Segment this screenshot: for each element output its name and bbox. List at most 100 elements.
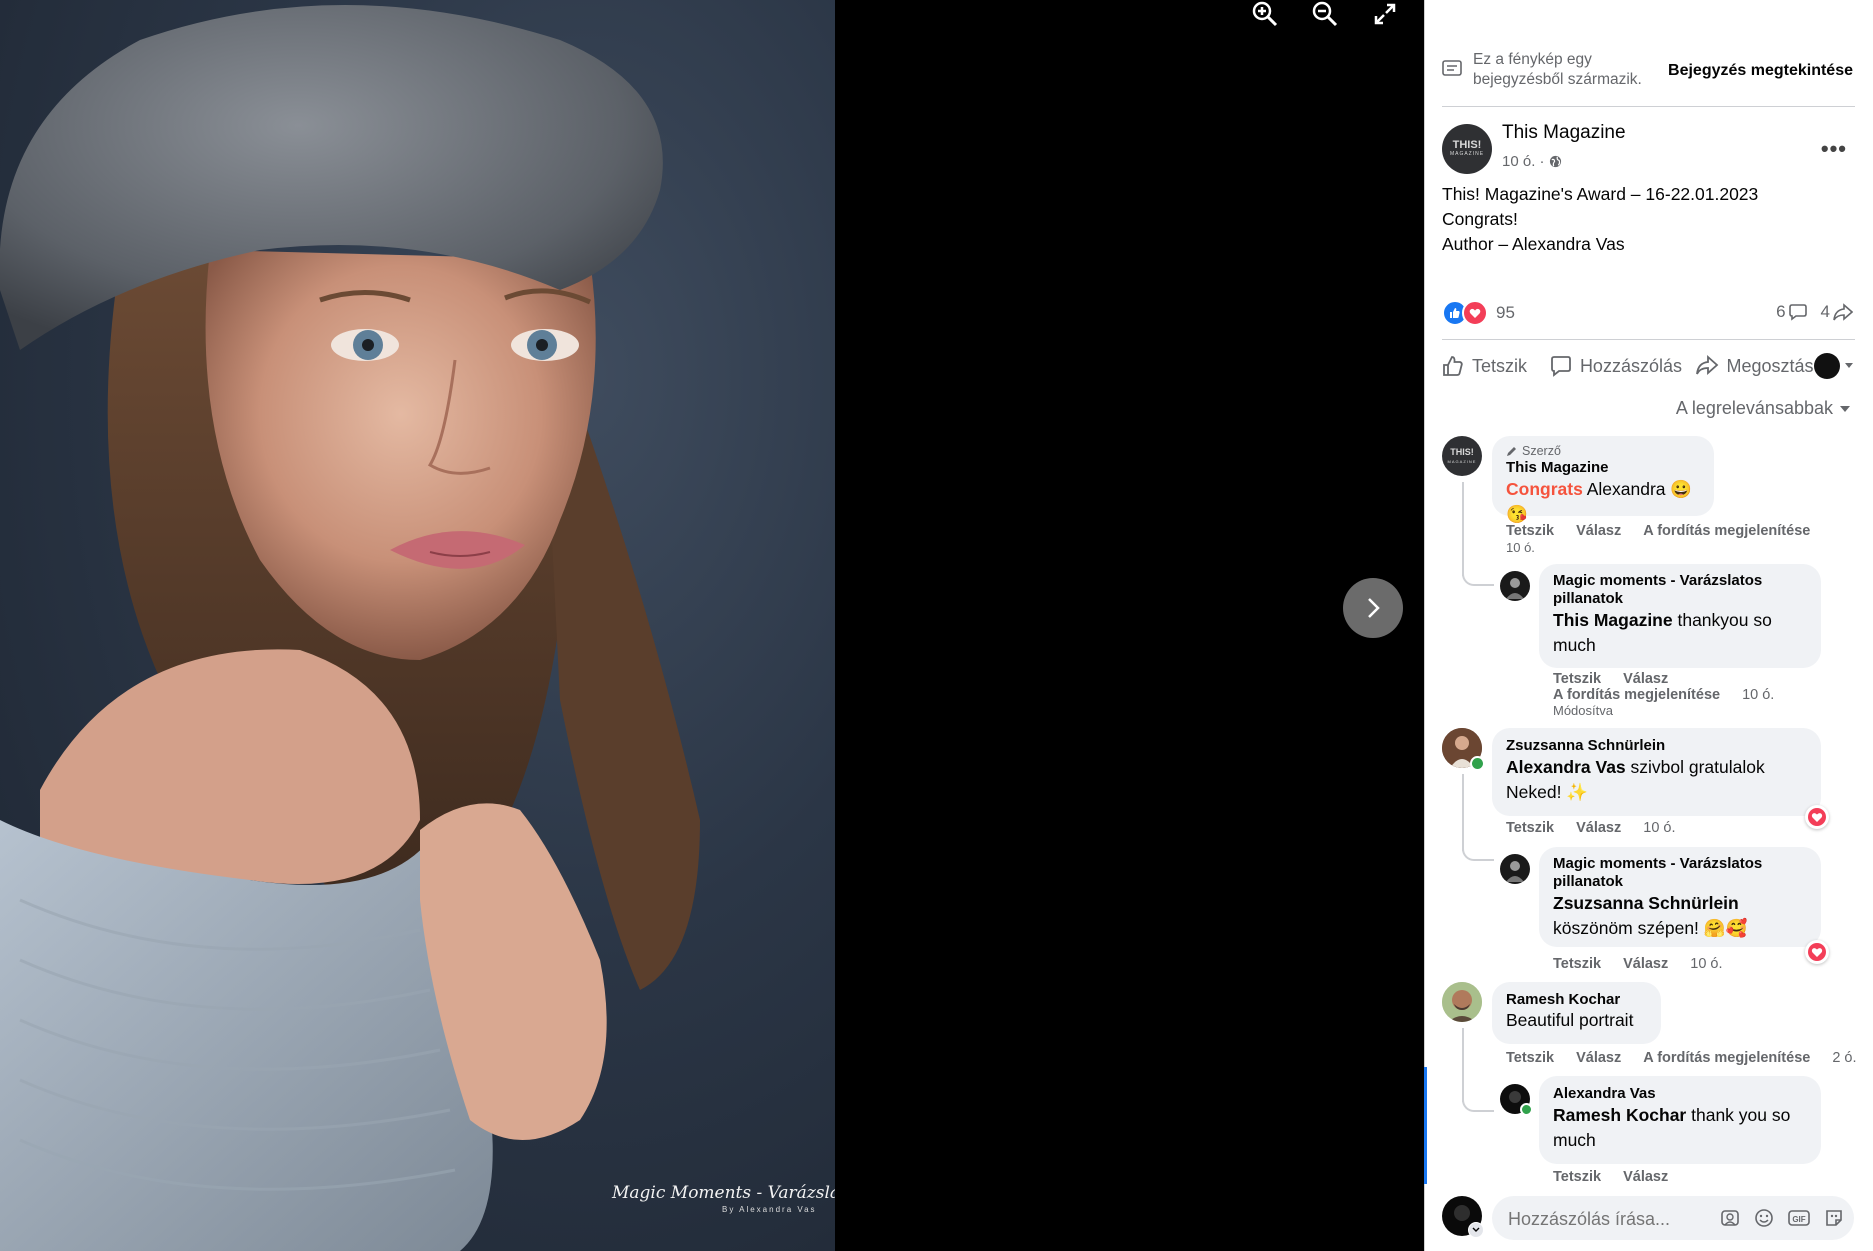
post-note-icon — [1442, 60, 1462, 76]
comment-meta: Tetszik Válasz 10 ó. — [1553, 956, 1723, 972]
post-text-line: This! Magazine's Award – 16-22.01.2023 — [1442, 184, 1759, 204]
comment-time[interactable]: 2 ó. — [1832, 1050, 1856, 1066]
comment-input[interactable] — [1506, 1196, 1710, 1242]
like-button[interactable]: Tetszik — [1442, 355, 1550, 377]
gif-icon[interactable]: GIF — [1788, 1208, 1810, 1228]
comment-time[interactable]: 10 ó. — [1506, 540, 1535, 555]
comment-like-link[interactable]: Tetszik — [1506, 523, 1554, 539]
mention[interactable]: Ramesh Kochar — [1553, 1105, 1686, 1125]
commenter-avatar[interactable]: THIS! MAGAZINE — [1442, 436, 1482, 476]
post-panel: Ez a fénykép egy bejegyzésből származik.… — [1424, 0, 1873, 1251]
commenter-name[interactable]: Zsuzsanna Schnürlein — [1506, 736, 1807, 755]
comment-reply-link[interactable]: Válasz — [1576, 1050, 1621, 1066]
comment-reply-link[interactable]: Válasz — [1576, 820, 1621, 836]
show-translation-link[interactable]: A fordítás megjelenítése — [1643, 523, 1810, 539]
reactions-summary[interactable]: 95 — [1442, 300, 1515, 326]
fullscreen-icon — [1374, 3, 1396, 25]
emoji-icon[interactable] — [1754, 1208, 1774, 1228]
comment-bubble: Szerző This Magazine Congrats Alexandra … — [1492, 436, 1714, 524]
comment-like-link[interactable]: Tetszik — [1553, 671, 1601, 687]
comment-like-link[interactable]: Tetszik — [1553, 1169, 1601, 1185]
comment-reply-link[interactable]: Válasz — [1576, 523, 1621, 539]
comment-like-link[interactable]: Tetszik — [1506, 820, 1554, 836]
caret-down-icon — [1840, 405, 1850, 412]
sticker-icon[interactable] — [1824, 1208, 1844, 1228]
pencil-icon — [1507, 447, 1516, 456]
love-reaction-badge[interactable] — [1805, 940, 1829, 964]
more-options-button[interactable]: ••• — [1821, 136, 1847, 162]
comment-like-link[interactable]: Tetszik — [1506, 1050, 1554, 1066]
comment-sort-dropdown[interactable]: A legrelevánsabbak — [1676, 398, 1851, 419]
heart-icon — [1808, 808, 1826, 826]
comment-text: This Magazine thankyou so much — [1553, 608, 1807, 658]
avatar-logo-subtext: MAGAZINE — [1449, 151, 1485, 157]
comment-text: Ramesh Kochar thank you so much — [1553, 1103, 1807, 1153]
heart-icon — [1808, 943, 1826, 961]
comment-meta: Tetszik Válasz A fordítás megjelenítése … — [1506, 1050, 1857, 1066]
mention[interactable]: Alexandra Vas — [1506, 757, 1626, 777]
comment-count[interactable]: 6 — [1776, 302, 1807, 322]
comment-bubble-icon — [1788, 304, 1807, 321]
share-count-value: 4 — [1820, 302, 1830, 321]
comment-like-link[interactable]: Tetszik — [1553, 956, 1601, 972]
comment-meta: Tetszik Válasz — [1553, 671, 1668, 687]
online-indicator — [1520, 1103, 1533, 1116]
love-reaction-badge[interactable] — [1805, 805, 1829, 829]
commenter-name[interactable]: Magic moments - Varázslatos pillanatok — [1553, 855, 1807, 891]
show-translation-link[interactable]: A fordítás megjelenítése — [1643, 1050, 1810, 1066]
highlight-text: Congrats — [1506, 479, 1583, 499]
avatar-dropdown-badge[interactable] — [1468, 1222, 1484, 1238]
post-author-name[interactable]: This Magazine — [1502, 122, 1626, 144]
mention[interactable]: This Magazine — [1553, 610, 1673, 630]
caret-down-icon — [1845, 363, 1853, 368]
show-translation-link[interactable]: A fordítás megjelenítése — [1553, 687, 1720, 703]
commenter-avatar[interactable] — [1500, 854, 1530, 884]
commenter-name[interactable]: Magic moments - Varázslatos pillanatok — [1553, 572, 1807, 608]
share-button[interactable]: Megosztás — [1695, 355, 1815, 377]
zoom-out-icon — [1312, 1, 1338, 27]
avatar-logo-text: THIS! — [1452, 139, 1482, 151]
comment-time[interactable]: 10 ó. — [1742, 687, 1774, 703]
comment-text: Beautiful portrait — [1506, 1010, 1634, 1030]
chevron-down-icon — [1472, 1227, 1480, 1232]
comment-reply-link[interactable]: Válasz — [1623, 956, 1668, 972]
chevron-right-icon — [1368, 598, 1380, 618]
commenter-name[interactable]: This Magazine — [1506, 458, 1700, 477]
comment-reply-link[interactable]: Válasz — [1623, 1169, 1668, 1185]
post-actions: Tetszik Hozzászólás Megosztás — [1442, 348, 1854, 384]
mention[interactable]: Zsuzsanna Schnürlein — [1553, 893, 1739, 913]
comment-bubble: Ramesh Kochar Beautiful portrait — [1492, 982, 1661, 1044]
thread-line — [1462, 568, 1494, 586]
engagement-counts: 6 4 — [1776, 302, 1853, 322]
share-arrow-icon — [1833, 303, 1853, 321]
avatar-logo-subtext: MAGAZINE — [1447, 459, 1477, 464]
commenter-avatar[interactable] — [1500, 571, 1530, 601]
profile-selector-button[interactable] — [1814, 353, 1854, 379]
zoom-in-button[interactable] — [1245, 0, 1285, 34]
avatar-sticker-icon[interactable] — [1720, 1208, 1740, 1228]
next-photo-button[interactable] — [1343, 578, 1403, 638]
post-text: This! Magazine's Award – 16-22.01.2023 C… — [1442, 182, 1758, 257]
post-origin-text: Ez a fénykép egy bejegyzésből származik. — [1473, 51, 1642, 88]
share-label: Megosztás — [1726, 355, 1814, 376]
comment-bubble: Zsuzsanna Schnürlein Alexandra Vas szivb… — [1492, 728, 1821, 816]
commenter-name[interactable]: Ramesh Kochar — [1506, 990, 1647, 1009]
post-text-line: Congrats! — [1442, 209, 1518, 229]
share-count[interactable]: 4 — [1821, 302, 1853, 322]
fullscreen-button[interactable] — [1365, 0, 1405, 34]
comment-bubble: Alexandra Vas Ramesh Kochar thank you so… — [1539, 1076, 1821, 1164]
post-time[interactable]: 10 ó. · — [1502, 153, 1545, 170]
commenter-name[interactable]: Alexandra Vas — [1553, 1084, 1807, 1103]
zoom-out-button[interactable] — [1305, 0, 1345, 34]
page-avatar[interactable]: THIS! MAGAZINE — [1442, 124, 1492, 174]
comment-time[interactable]: 10 ó. — [1690, 956, 1722, 972]
comment-button[interactable]: Hozzászólás — [1550, 355, 1695, 377]
commenter-avatar[interactable] — [1442, 982, 1482, 1022]
comment-count-value: 6 — [1776, 302, 1786, 321]
comment-time[interactable]: 10 ó. — [1643, 820, 1675, 836]
globe-icon — [1549, 155, 1561, 168]
view-post-link[interactable]: Bejegyzés megtekintése — [1668, 62, 1853, 80]
comment-meta: A fordítás megjelenítése 10 ó. — [1553, 687, 1774, 703]
comment-reply-link[interactable]: Válasz — [1623, 671, 1668, 687]
comment-composer: GIF — [1492, 1196, 1854, 1242]
